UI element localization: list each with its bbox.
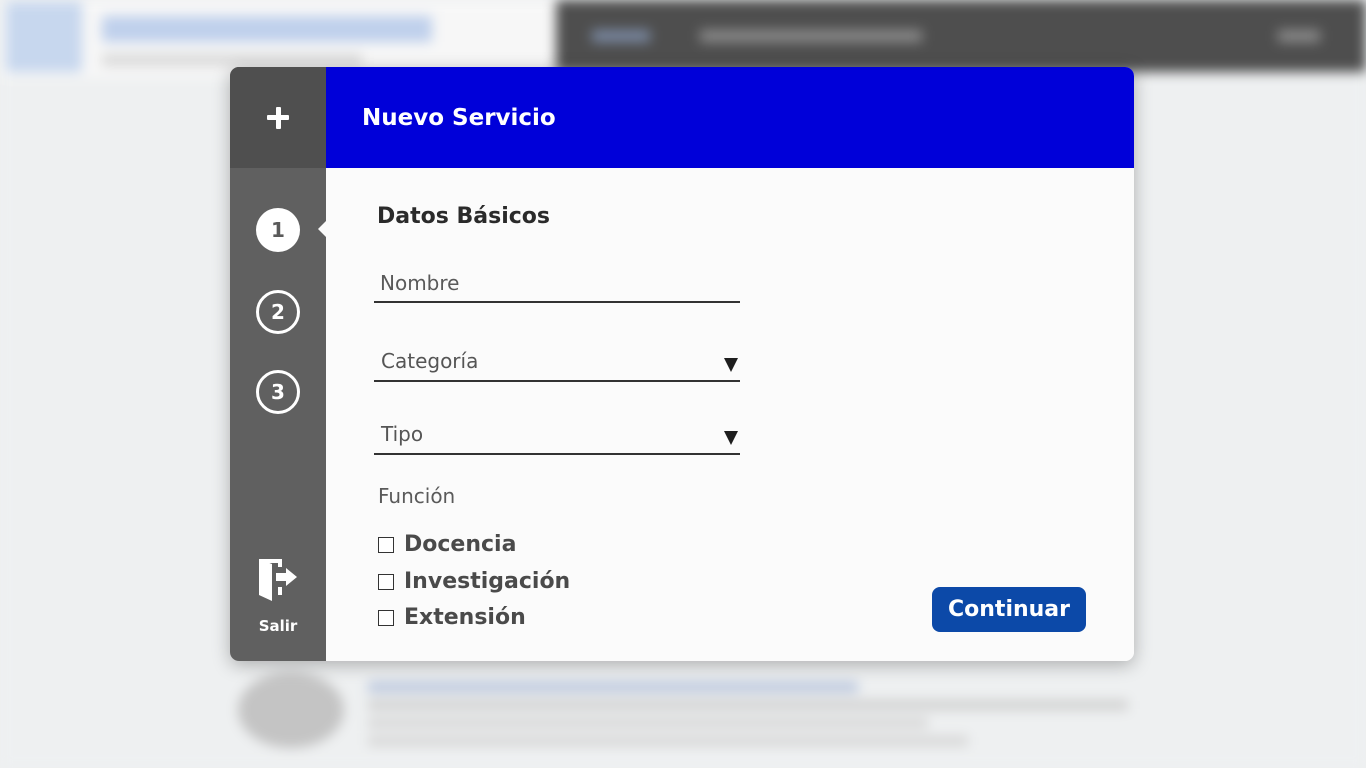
background-subtitle bbox=[102, 54, 362, 66]
background-text-line bbox=[368, 682, 858, 692]
exit-door-icon bbox=[259, 559, 297, 601]
categoria-select[interactable]: Categoría bbox=[374, 342, 740, 382]
nombre-field bbox=[374, 263, 740, 303]
background-nav-link bbox=[592, 30, 650, 42]
background-text-line bbox=[368, 736, 968, 746]
step-1-indicator[interactable]: 1 bbox=[256, 208, 300, 252]
sidebar-header bbox=[230, 67, 326, 168]
funcion-label: Función bbox=[378, 484, 456, 508]
active-step-pointer bbox=[318, 221, 326, 237]
background-logo bbox=[6, 2, 82, 72]
step-2-indicator[interactable]: 2 bbox=[256, 290, 300, 334]
modal-header: Nuevo Servicio bbox=[326, 67, 1134, 168]
docencia-checkbox-row[interactable]: Docencia bbox=[378, 532, 516, 557]
step-number: 2 bbox=[271, 300, 285, 324]
background-text-line bbox=[368, 718, 928, 728]
background-nav-link bbox=[700, 30, 922, 42]
nombre-input[interactable] bbox=[380, 271, 710, 295]
modal-title: Nuevo Servicio bbox=[362, 104, 556, 131]
investigacion-checkbox-row[interactable]: Investigación bbox=[378, 569, 570, 594]
plus-icon bbox=[267, 106, 289, 129]
investigacion-label: Investigación bbox=[404, 569, 571, 594]
docencia-label: Docencia bbox=[404, 532, 517, 557]
background-title bbox=[102, 16, 432, 42]
step-3-indicator[interactable]: 3 bbox=[256, 370, 300, 414]
exit-button[interactable]: Salir bbox=[230, 549, 326, 639]
background-text-line bbox=[368, 700, 1128, 710]
step-number: 3 bbox=[271, 380, 285, 404]
wizard-sidebar: 1 2 3 Salir bbox=[230, 67, 326, 661]
background-top-nav bbox=[556, 0, 1366, 72]
form-area: Datos Básicos Categoría Tipo Función Doc… bbox=[326, 168, 1134, 661]
categoria-placeholder: Categoría bbox=[381, 349, 479, 373]
tipo-select[interactable]: Tipo bbox=[374, 415, 740, 455]
extension-checkbox-row[interactable]: Extensión bbox=[378, 605, 526, 630]
step-number: 1 bbox=[271, 218, 285, 242]
exit-label: Salir bbox=[258, 617, 298, 635]
caret-down-icon bbox=[724, 431, 738, 445]
extension-checkbox[interactable] bbox=[378, 609, 394, 626]
new-service-modal: 1 2 3 Salir Nuevo Servicio Datos Básicos bbox=[230, 67, 1134, 661]
background-avatar bbox=[238, 672, 344, 748]
investigacion-checkbox[interactable] bbox=[378, 573, 394, 590]
caret-down-icon bbox=[724, 358, 738, 372]
section-title: Datos Básicos bbox=[377, 204, 550, 229]
continue-button[interactable]: Continuar bbox=[932, 587, 1086, 632]
tipo-placeholder: Tipo bbox=[381, 422, 424, 446]
background-nav-link bbox=[1278, 30, 1320, 42]
docencia-checkbox[interactable] bbox=[378, 536, 394, 553]
extension-label: Extensión bbox=[404, 605, 526, 630]
